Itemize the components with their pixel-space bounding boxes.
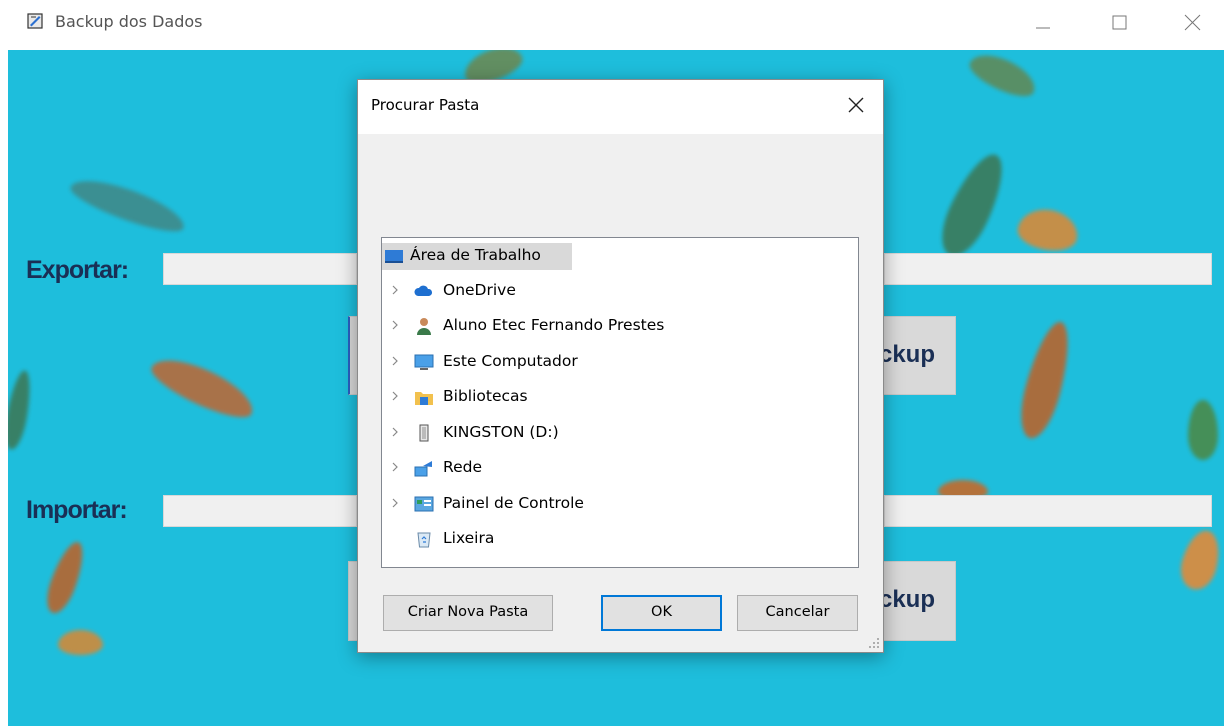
tree-item-user[interactable]: Aluno Etec Fernando Prestes (382, 311, 858, 341)
tree-item-label: Área de Trabalho (410, 246, 541, 264)
window-title: Backup dos Dados (55, 12, 203, 31)
recycle-bin-icon (417, 532, 431, 548)
leaf-decoration (964, 50, 1042, 104)
library-folder-icon (415, 392, 433, 405)
resize-grip-icon[interactable] (868, 637, 880, 649)
leaf-decoration (40, 537, 91, 618)
leaf-decoration (145, 348, 261, 427)
chevron-right-icon[interactable] (390, 317, 400, 333)
tree-item-label: Lixeira (443, 529, 495, 547)
new-folder-button[interactable]: Criar Nova Pasta (383, 595, 553, 631)
export-path-input[interactable] (163, 253, 357, 285)
tree-item-label: Este Computador (443, 352, 578, 370)
leaf-decoration (8, 368, 35, 452)
tree-item-onedrive[interactable]: OneDrive (382, 276, 858, 306)
import-backup-button-label: ckup (878, 586, 935, 613)
leaf-decoration (1013, 317, 1078, 443)
tree-item-desktop[interactable]: Área de Trabalho (382, 241, 858, 271)
tree-item-computer[interactable]: Este Computador (382, 347, 858, 377)
tree-item-recycle-bin[interactable]: Lixeira (382, 524, 858, 554)
ok-button[interactable]: OK (601, 595, 722, 631)
window-titlebar: Backup dos Dados (0, 0, 1232, 50)
import-label: Importar: (26, 496, 128, 524)
tree-item-network[interactable]: Rede (382, 453, 858, 483)
network-icon (414, 461, 432, 477)
leaf-decoration (1188, 400, 1218, 460)
export-backup-button-label: ckup (878, 341, 935, 368)
chevron-right-icon[interactable] (390, 282, 400, 298)
minimize-icon[interactable] (1028, 8, 1058, 38)
close-icon[interactable] (1178, 8, 1208, 38)
tree-item-label: Rede (443, 458, 482, 476)
chevron-right-icon[interactable] (390, 353, 400, 369)
leaf-decoration (58, 630, 103, 655)
tree-item-label: Aluno Etec Fernando Prestes (443, 316, 665, 334)
desktop-icon (385, 250, 403, 263)
control-panel-icon (414, 496, 434, 512)
dialog-titlebar: Procurar Pasta (358, 80, 883, 134)
close-icon[interactable] (843, 92, 869, 118)
app-icon (27, 13, 43, 29)
user-icon (417, 318, 431, 335)
import-path-input-right[interactable] (884, 495, 1212, 527)
tree-item-label: KINGSTON (D:) (443, 423, 559, 441)
chevron-right-icon[interactable] (390, 388, 400, 404)
chevron-right-icon[interactable] (390, 495, 400, 511)
maximize-icon[interactable] (1105, 8, 1135, 38)
leaf-decoration (1175, 526, 1224, 594)
tree-item-label: Bibliotecas (443, 387, 528, 405)
tree-item-usb-drive[interactable]: KINGSTON (D:) (382, 418, 858, 448)
tree-item-label: Painel de Controle (443, 494, 584, 512)
folder-tree[interactable]: Área de Trabalho OneDrive Aluno Etec Fer… (381, 237, 859, 568)
usb-drive-icon (419, 424, 429, 442)
cloud-icon (414, 285, 433, 296)
dialog-title: Procurar Pasta (371, 96, 480, 114)
cancel-button[interactable]: Cancelar (737, 595, 858, 631)
export-label: Exportar: (26, 256, 129, 284)
computer-icon (414, 354, 434, 370)
tree-item-label: OneDrive (443, 281, 516, 299)
tree-item-control-panel[interactable]: Painel de Controle (382, 489, 858, 519)
leaf-decoration (66, 170, 190, 240)
leaf-decoration (931, 146, 1015, 264)
tree-item-libraries[interactable]: Bibliotecas (382, 382, 858, 412)
import-path-input[interactable] (163, 495, 357, 527)
chevron-right-icon[interactable] (390, 424, 400, 440)
chevron-right-icon[interactable] (390, 459, 400, 475)
leaf-decoration (1014, 205, 1082, 255)
export-path-input-right[interactable] (884, 253, 1212, 285)
browse-folder-dialog: Procurar Pasta Área de Trabalho OneDrive… (357, 79, 884, 653)
